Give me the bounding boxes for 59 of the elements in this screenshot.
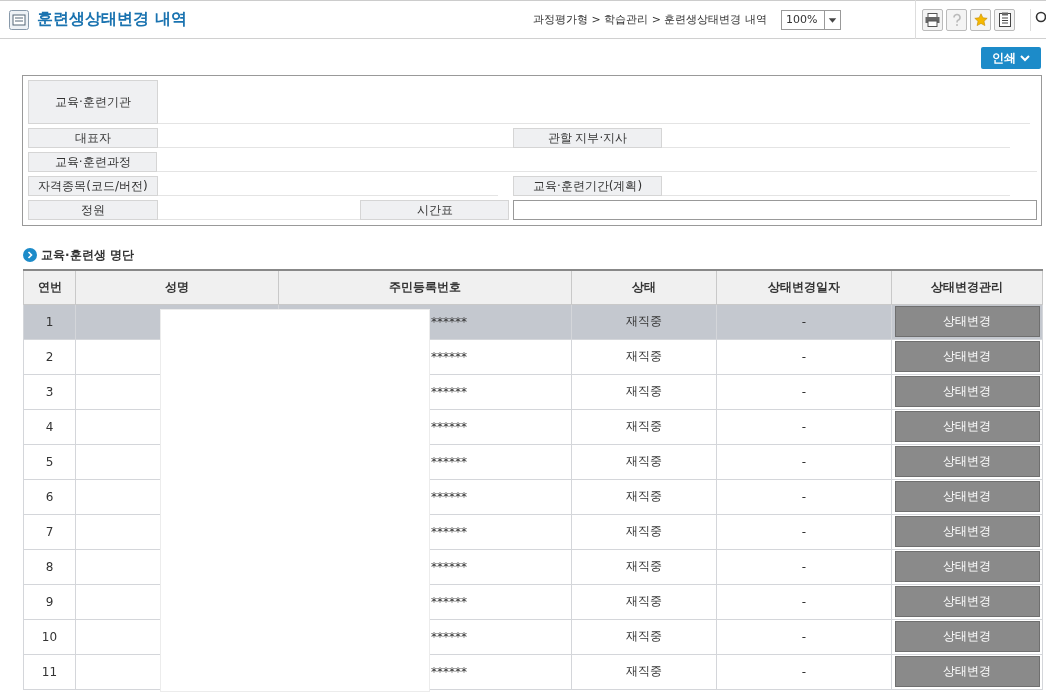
table-cell: - <box>716 549 892 584</box>
print-icon[interactable] <box>922 8 943 31</box>
table-cell: 5 <box>23 444 76 479</box>
list-icon <box>9 9 29 30</box>
page-title: 훈련생상태변경 내역 <box>37 9 187 30</box>
table-cell: 6 <box>23 479 76 514</box>
column-header: 주민등록번호 <box>278 270 572 304</box>
chevron-down-icon <box>1020 54 1030 62</box>
table-cell: 재직중 <box>571 339 717 374</box>
field-label: 자격종목(코드/버전) <box>28 176 158 196</box>
table-cell: 10 <box>23 619 76 654</box>
search-icon[interactable] <box>1030 8 1046 31</box>
arrow-bullet-icon <box>23 248 37 262</box>
zoom-select[interactable]: 100% <box>781 9 841 30</box>
table-cell: - <box>716 619 892 654</box>
table-cell: 8 <box>23 549 76 584</box>
table-cell: 재직중 <box>571 444 717 479</box>
field-label: 시간표 <box>360 200 509 220</box>
table-cell: 재직중 <box>571 619 717 654</box>
table-cell: 재직중 <box>571 654 717 689</box>
field-label: 정원 <box>28 200 158 220</box>
table-cell: 재직중 <box>571 409 717 444</box>
column-header: 상태변경일자 <box>716 270 892 304</box>
table-cell: 1 <box>23 304 76 339</box>
table-cell: 7 <box>23 514 76 549</box>
table-cell: 재직중 <box>571 584 717 619</box>
field-label: 관할 지부·지사 <box>513 128 662 148</box>
field-label: 대표자 <box>28 128 158 148</box>
table-cell: 재직중 <box>571 304 717 339</box>
column-header: 상태 <box>571 270 717 304</box>
table-cell: 4 <box>23 409 76 444</box>
column-header: 성명 <box>75 270 279 304</box>
column-header: 연번 <box>23 270 76 304</box>
table-cell: - <box>716 444 892 479</box>
timetable-field[interactable] <box>513 200 1037 220</box>
table-cell: 11 <box>23 654 76 689</box>
field-label: 교육·훈련기간(계획) <box>513 176 662 196</box>
table-cell: 9 <box>23 584 76 619</box>
table-cell: 재직중 <box>571 374 717 409</box>
table-cell: - <box>716 584 892 619</box>
table-cell: 2 <box>23 339 76 374</box>
column-header: 상태변경관리 <box>891 270 1043 304</box>
table-cell: - <box>716 339 892 374</box>
print-button[interactable]: 인쇄 <box>981 47 1041 69</box>
table-cell: - <box>716 479 892 514</box>
table-cell: 재직중 <box>571 479 717 514</box>
breadcrumb: 과정평가형 > 학습관리 > 훈련생상태변경 내역 <box>533 12 767 27</box>
clipboard-icon[interactable] <box>994 8 1015 31</box>
table-cell: 재직중 <box>571 514 717 549</box>
table-cell: - <box>716 304 892 339</box>
table-cell: - <box>716 374 892 409</box>
table-cell: 재직중 <box>571 549 717 584</box>
table-cell: - <box>716 514 892 549</box>
section-title: 교육·훈련생 명단 <box>41 246 134 264</box>
table-cell: - <box>716 409 892 444</box>
field-label: 교육·훈련기관 <box>28 80 158 124</box>
table-cell: 3 <box>23 374 76 409</box>
field-label: 교육·훈련과정 <box>28 152 158 172</box>
table-cell: - <box>716 654 892 689</box>
